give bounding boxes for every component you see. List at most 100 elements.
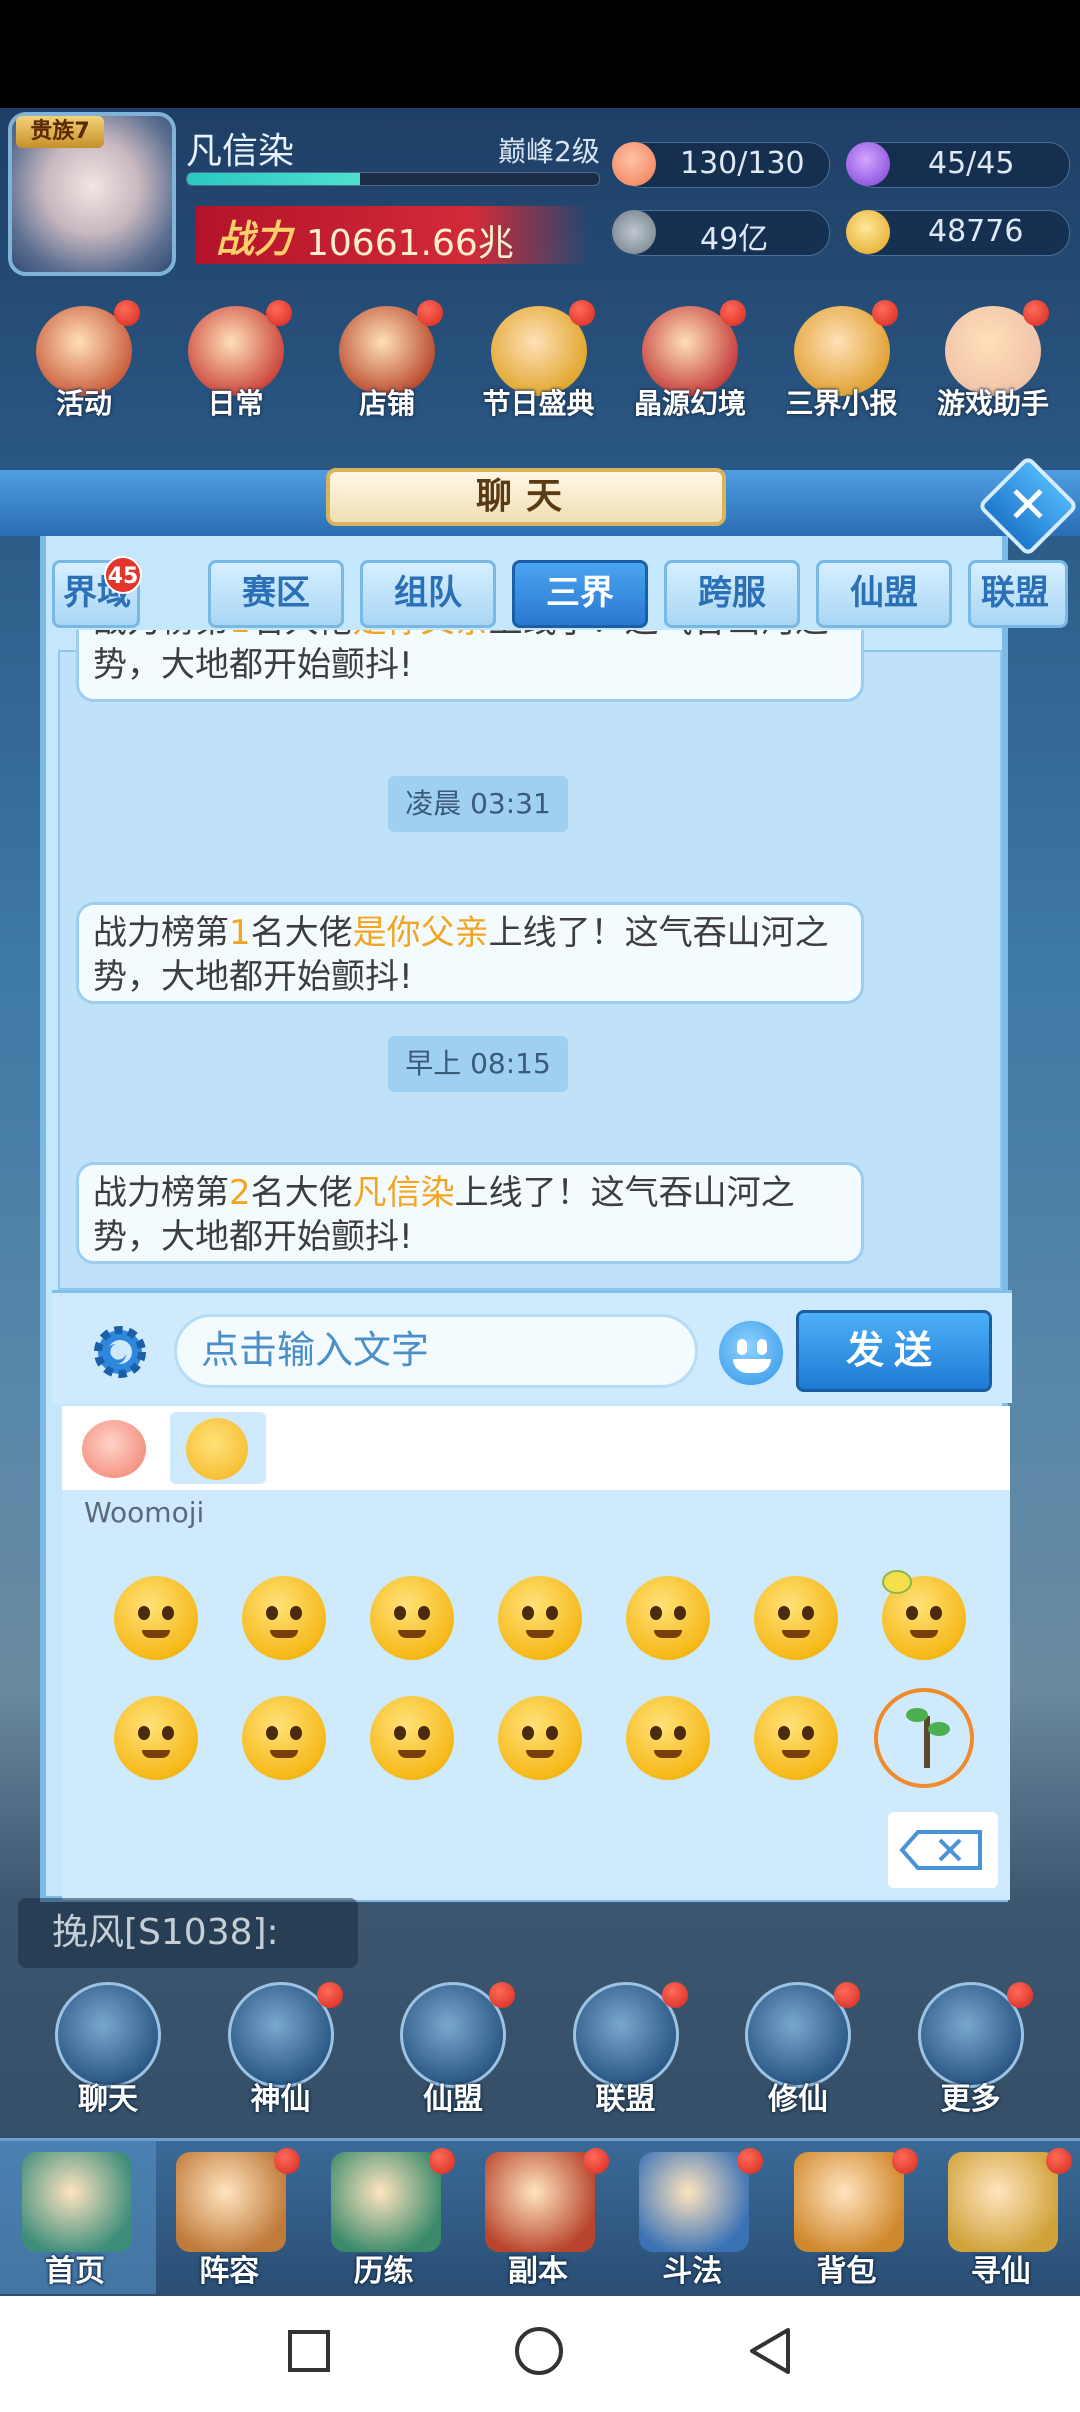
emoji-mouth xyxy=(654,1750,682,1758)
menu-item-label[interactable]: 活动 xyxy=(19,382,149,422)
notification-dot xyxy=(871,300,898,326)
feature-label[interactable]: 联盟 xyxy=(561,2074,691,2118)
emoji-mouth xyxy=(910,1630,938,1638)
world-chat-preview[interactable]: 挽风[S1038]: xyxy=(18,1898,358,1968)
chat-bubble-icon[interactable] xyxy=(55,1982,161,2088)
star-eyes-emoji[interactable] xyxy=(370,1576,454,1660)
grin-emoji[interactable] xyxy=(754,1576,838,1660)
notification-dot xyxy=(417,300,443,326)
menu-item-label[interactable]: 店铺 xyxy=(322,382,452,422)
emoji-eye xyxy=(546,1726,558,1740)
message-prefix: 战力榜第 xyxy=(93,913,229,953)
tab-5[interactable]: 仙盟 xyxy=(816,560,952,628)
tab-3[interactable]: 三界 xyxy=(512,560,648,628)
timestamp: 凌晨 03:31 xyxy=(388,776,568,832)
chat-message[interactable]: 战力榜第1名大佬是你父亲上线了！这气吞山河之势，大地都开始颤抖! xyxy=(76,902,864,1004)
eye-scroll-icon[interactable] xyxy=(947,2152,1058,2252)
speechless-emoji[interactable] xyxy=(626,1576,710,1660)
notification-dot xyxy=(114,300,140,326)
smirk-thumb-emoji[interactable] xyxy=(370,1696,454,1780)
crying-emoji[interactable] xyxy=(498,1576,582,1660)
shocked-emoji[interactable] xyxy=(242,1576,326,1660)
nav-label[interactable]: 寻仙 xyxy=(926,2246,1076,2290)
backspace-button[interactable] xyxy=(888,1812,998,1888)
sprout-stem xyxy=(924,1716,930,1768)
feature-label[interactable]: 更多 xyxy=(906,2074,1036,2118)
nav-label[interactable]: 阵容 xyxy=(154,2246,304,2290)
tab-1[interactable]: 赛区 xyxy=(208,560,344,628)
emoji-mouth xyxy=(654,1630,682,1638)
bag-icon[interactable] xyxy=(793,2152,904,2252)
nav-label[interactable]: 首页 xyxy=(0,2246,150,2290)
emoji-eye xyxy=(138,1726,150,1740)
energy-value: 45/45 xyxy=(928,146,1015,181)
gate-icon[interactable] xyxy=(484,2152,595,2252)
emoji-toggle-icon[interactable] xyxy=(716,1318,786,1388)
thinking-66-emoji[interactable] xyxy=(114,1576,198,1660)
lemon-emoji[interactable] xyxy=(882,1570,966,1660)
notification-dot xyxy=(265,300,292,326)
duck-icon[interactable] xyxy=(330,2152,441,2252)
emoji-eye xyxy=(266,1606,278,1620)
notification-dot xyxy=(891,2148,918,2174)
tab-2[interactable]: 组队 xyxy=(360,560,496,628)
emoji-mouth xyxy=(526,1750,554,1758)
smile-emoji[interactable] xyxy=(242,1696,326,1780)
emoji-mouth xyxy=(270,1750,298,1758)
swords-icon[interactable] xyxy=(639,2152,750,2252)
emoji-mouth xyxy=(782,1750,810,1758)
chat-message[interactable]: 战力榜第2名大佬凡信染上线了！这气吞山河之势，大地都开始颤抖! xyxy=(76,1162,864,1264)
sprout-emoji[interactable] xyxy=(874,1688,974,1788)
emoji-eye xyxy=(290,1606,302,1620)
emoji-eye xyxy=(802,1606,814,1620)
power-value: 10661.66兆 xyxy=(306,223,514,264)
send-button[interactable]: 发送 xyxy=(796,1310,992,1392)
emoji-eye xyxy=(394,1606,406,1620)
tab-4[interactable]: 跨服 xyxy=(664,560,800,628)
feature-label[interactable]: 修仙 xyxy=(733,2074,863,2118)
emoji-mouth xyxy=(526,1630,554,1638)
emoji-eye xyxy=(650,1606,662,1620)
tab-6[interactable]: 联盟 xyxy=(968,560,1068,628)
message-rank: 1 xyxy=(229,913,251,953)
menu-item-label[interactable]: 节日盛典 xyxy=(474,382,604,422)
feature-label[interactable]: 仙盟 xyxy=(388,2074,518,2118)
notification-dot xyxy=(737,2148,764,2174)
wide-eyes-emoji[interactable] xyxy=(114,1696,198,1780)
woomoji-pack-icon[interactable] xyxy=(70,1412,166,1484)
menu-item-label[interactable]: 晶源幻境 xyxy=(625,382,755,422)
coin-value: 49亿 xyxy=(700,222,769,257)
emoji-mouth xyxy=(270,1630,298,1638)
experience-bar xyxy=(186,172,600,186)
sunglasses-emoji[interactable] xyxy=(754,1696,838,1780)
home-mountain-icon[interactable] xyxy=(22,2152,132,2252)
home-circle-icon[interactable] xyxy=(512,2324,566,2378)
emoji-eye xyxy=(290,1726,302,1740)
nav-label[interactable]: 历练 xyxy=(309,2246,459,2290)
feature-label[interactable]: 聊天 xyxy=(43,2074,173,2118)
recent-apps-icon[interactable] xyxy=(284,2326,334,2376)
nav-label[interactable]: 斗法 xyxy=(617,2246,767,2290)
smiley-icon[interactable] xyxy=(170,1412,266,1484)
close-icon[interactable]: ✕ xyxy=(992,470,1064,542)
menu-item-label[interactable]: 游戏助手 xyxy=(928,382,1058,422)
chat-text-input[interactable]: 点击输入文字 xyxy=(174,1314,698,1388)
player-name: 凡信染 xyxy=(186,131,295,172)
feature-label[interactable]: 神仙 xyxy=(216,2074,346,2118)
menu-item-label[interactable]: 三界小报 xyxy=(777,382,907,422)
nav-label[interactable]: 背包 xyxy=(772,2246,922,2290)
settings-gear-icon[interactable] xyxy=(88,1320,152,1384)
emoji-eye xyxy=(522,1726,534,1740)
menu-item-label[interactable]: 日常 xyxy=(171,382,301,422)
back-triangle-icon[interactable] xyxy=(744,2324,798,2378)
stamina-value: 130/130 xyxy=(680,146,805,181)
emoji-mouth xyxy=(142,1750,170,1758)
message-name: 凡信染 xyxy=(352,1173,455,1213)
nav-label[interactable]: 副本 xyxy=(463,2246,613,2290)
sleepy-emoji[interactable] xyxy=(498,1696,582,1780)
unread-badge: 45 xyxy=(104,556,142,594)
notification-dot xyxy=(568,300,595,326)
cards-icon[interactable] xyxy=(176,2152,287,2252)
notification-dot xyxy=(1045,2148,1072,2174)
sly-smile-emoji[interactable] xyxy=(626,1696,710,1780)
